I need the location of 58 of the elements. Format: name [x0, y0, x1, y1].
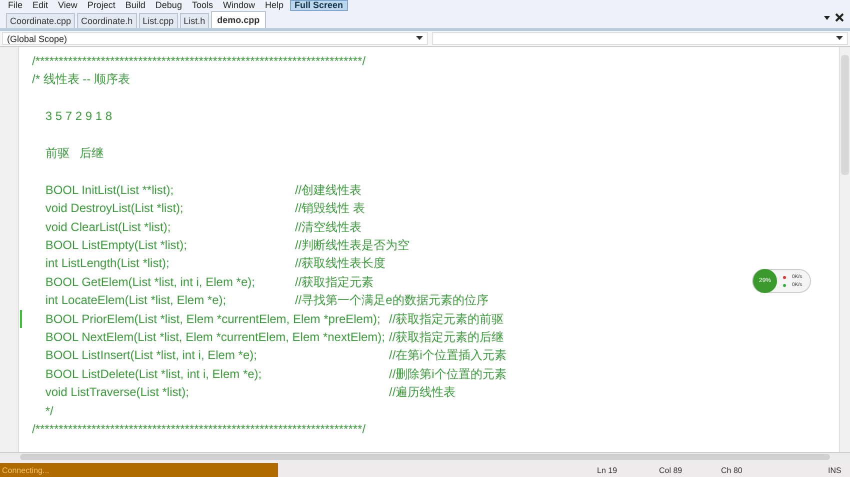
- code-comment: //删除第i个位置的元素: [389, 366, 506, 383]
- file-tab[interactable]: List.cpp: [138, 13, 178, 28]
- scope-dropdown[interactable]: (Global Scope): [2, 32, 428, 45]
- member-dropdown[interactable]: [432, 32, 848, 45]
- code-line: void DestroyList(List *list);: [44, 200, 184, 218]
- line-indicator: Ln 19: [597, 466, 618, 474]
- code-comment: //清空线性表: [294, 218, 363, 236]
- code-line: BOOL ListInsert(List *list, int i, Elem *e);: [44, 347, 258, 364]
- menu-item[interactable]: Full Screen: [290, 0, 348, 11]
- menu-item[interactable]: Window: [218, 0, 259, 11]
- code-line: /**********************************************************************/: [31, 421, 366, 438]
- char-indicator: Ch 80: [721, 466, 744, 474]
- code-comment: //销毁线性 表: [294, 200, 366, 218]
- code-line: */: [44, 402, 54, 420]
- file-tab[interactable]: Coordinate.cpp: [6, 13, 76, 28]
- code-comment: //获取指定元素的后继: [389, 329, 505, 346]
- menu-item[interactable]: Help: [260, 0, 288, 11]
- code-line: 3 5 7 2 9 1 8: [44, 108, 112, 126]
- status-message: Connecting...: [0, 463, 278, 477]
- code-line: BOOL NextElem(List *list, Elem *currentElem, Elem *nextElem);: [44, 329, 385, 346]
- vertical-scrollbar[interactable]: [839, 47, 850, 452]
- code-comment: //获取指定元素: [294, 274, 375, 291]
- menu-item[interactable]: Edit: [28, 0, 52, 11]
- code-line: 前驱 后继: [44, 145, 104, 162]
- code-comment: //遍历线性表: [389, 384, 457, 402]
- dropdown-icon[interactable]: [823, 14, 831, 22]
- menu-item[interactable]: Build: [121, 0, 150, 11]
- code-line: int LocateElem(List *list, Elem *e);: [44, 292, 228, 310]
- code-comment: //创建线性表: [294, 182, 363, 199]
- code-line: BOOL ListEmpty(List *list);: [44, 237, 188, 254]
- dropdown-icon: [416, 36, 423, 41]
- menu-item[interactable]: File: [4, 0, 27, 11]
- code-line: void ListTraverse(List *list);: [44, 384, 190, 402]
- code-line: BOOL PriorElem(List *list, Elem *currentElem, Elem *preElem);: [20, 310, 385, 328]
- dropdown-icon: [836, 36, 843, 41]
- close-icon[interactable]: [835, 13, 844, 22]
- code-line: BOOL InitList(List **list);: [44, 182, 175, 199]
- file-tab[interactable]: demo.cpp: [211, 11, 266, 28]
- file-tab[interactable]: List.h: [180, 13, 210, 28]
- horizontal-scrollbar[interactable]: [0, 452, 850, 463]
- code-line: /* 线性表 -- 顺序表: [31, 71, 131, 88]
- code-comment: //在第i个位置插入元素: [389, 347, 506, 364]
- code-comment: //寻找第一个满足e的数据元素的位序: [294, 292, 488, 310]
- code-line: /**********************************************************************/: [31, 53, 366, 70]
- column-indicator: Col 89: [659, 466, 684, 474]
- code-line: void ClearList(List *list);: [44, 218, 172, 236]
- menu-item[interactable]: Tools: [188, 0, 217, 11]
- code-line: BOOL ListDelete(List *list, int i, Elem *e);: [44, 366, 263, 383]
- code-line: BOOL GetElem(List *list, int i, Elem *e);: [44, 274, 255, 291]
- menu-item[interactable]: Debug: [151, 0, 186, 11]
- code-comment: //获取指定元素的前驱: [389, 310, 505, 328]
- code-line: int ListLength(List *list);: [44, 255, 170, 272]
- file-tab[interactable]: Coordinate.h: [77, 13, 137, 28]
- menu-item[interactable]: Project: [83, 0, 120, 11]
- insert-mode-indicator: INS: [828, 466, 842, 474]
- code-comment: //获取线性表长度: [294, 255, 387, 272]
- menu-item[interactable]: View: [54, 0, 82, 11]
- code-comment: //判断线性表是否为空: [294, 237, 411, 254]
